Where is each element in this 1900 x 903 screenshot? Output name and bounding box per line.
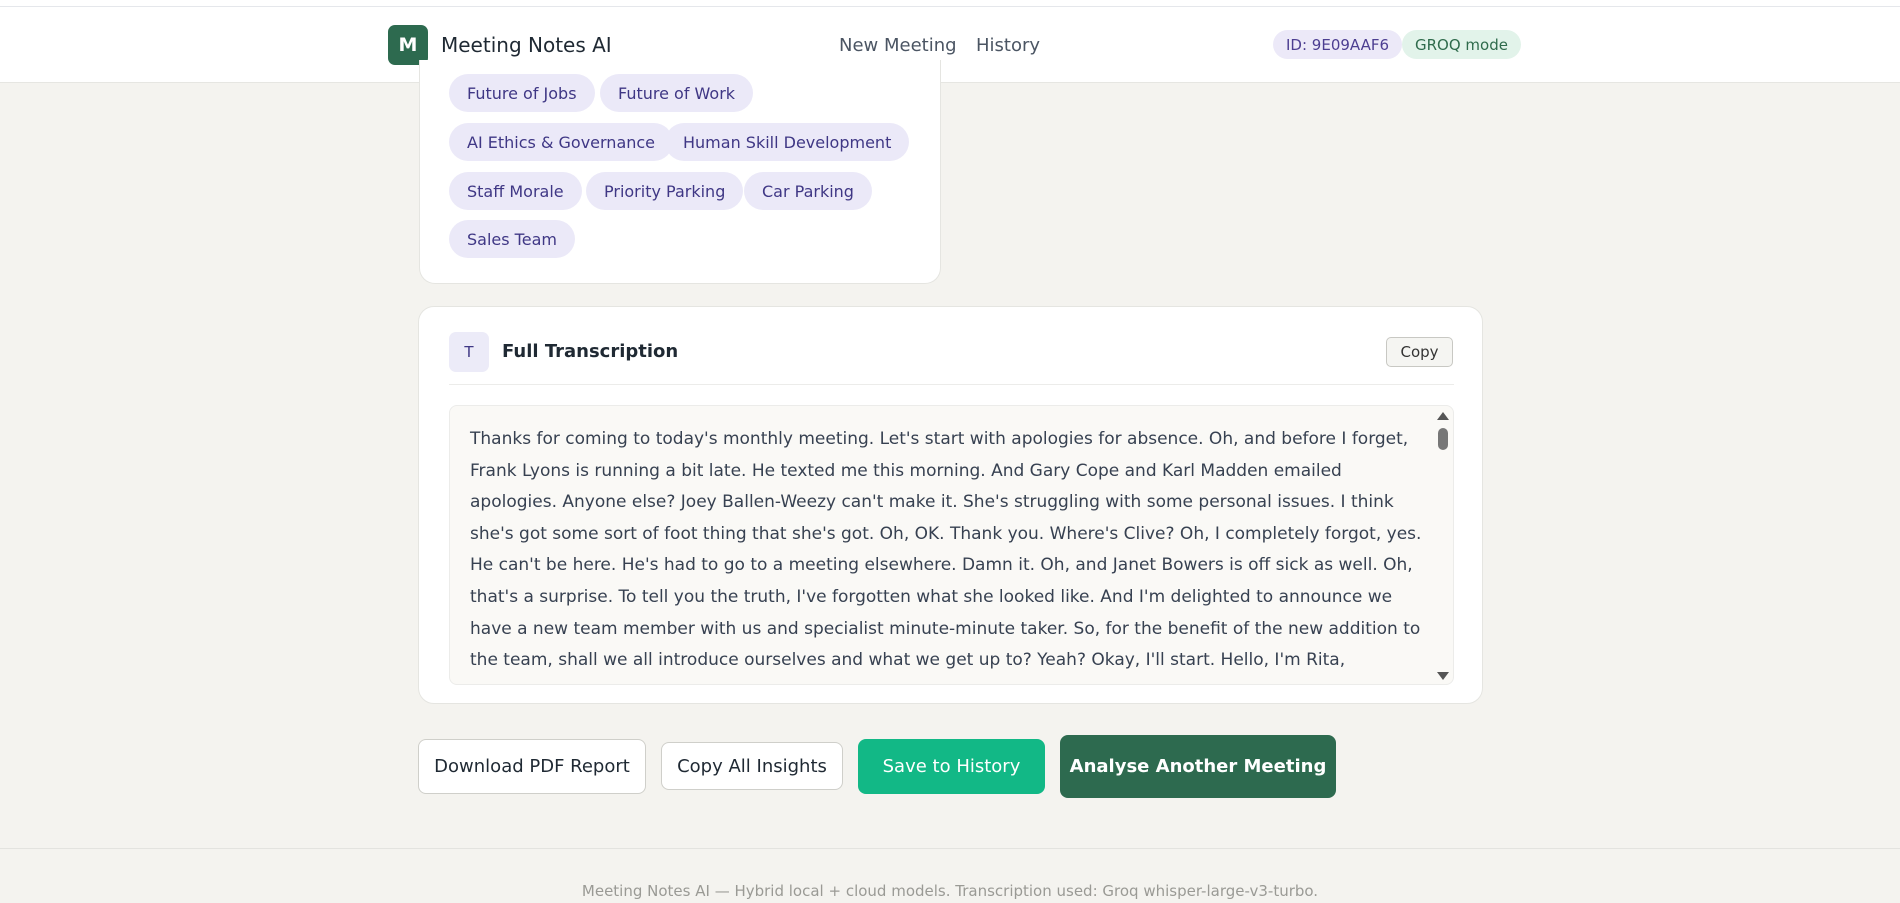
footer-text: Meeting Notes AI — Hybrid local + cloud … [581, 882, 1319, 900]
topic-tag: Sales Team [449, 220, 575, 258]
transcription-scroll-area[interactable]: Thanks for coming to today's monthly mee… [449, 405, 1454, 685]
transcription-text: Thanks for coming to today's monthly mee… [470, 429, 1422, 684]
save-to-history-button[interactable]: Save to History [858, 739, 1045, 794]
analyse-another-meeting-button[interactable]: Analyse Another Meeting [1060, 735, 1336, 798]
scroll-down-arrow-icon[interactable] [1437, 672, 1449, 680]
app-header: M Meeting Notes AI New Meeting History I… [0, 7, 1900, 83]
nav-new-meeting[interactable]: New Meeting [839, 35, 957, 56]
mode-badge: GROQ mode [1402, 30, 1521, 59]
topic-tag: Car Parking [744, 172, 872, 210]
copy-all-insights-button[interactable]: Copy All Insights [661, 742, 843, 790]
footer-divider [0, 848, 1900, 849]
topic-tag: AI Ethics & Governance [449, 123, 674, 161]
transcription-icon: T [449, 332, 489, 372]
transcription-title: Full Transcription [502, 341, 679, 362]
app-title[interactable]: Meeting Notes AI [441, 33, 612, 57]
divider [449, 384, 1454, 385]
topic-tag: Staff Morale [449, 172, 582, 210]
scrollbar[interactable] [1433, 406, 1453, 684]
download-pdf-button[interactable]: Download PDF Report [418, 739, 646, 794]
topic-tag: Priority Parking [586, 172, 744, 210]
copy-transcription-button[interactable]: Copy [1386, 337, 1453, 367]
topic-tag: Future of Work [600, 74, 754, 112]
topic-tag: Human Skill Development [665, 123, 910, 161]
app-logo[interactable]: M [388, 25, 428, 65]
top-border [0, 0, 1900, 7]
topics-card: Future of Jobs Future of Work AI Ethics … [419, 60, 941, 284]
nav-history[interactable]: History [976, 35, 1040, 56]
scroll-thumb[interactable] [1438, 428, 1448, 450]
topic-tag: Future of Jobs [449, 74, 595, 112]
transcription-card: T Full Transcription Copy Thanks for com… [418, 306, 1483, 704]
meeting-id-badge: ID: 9E09AAF6 [1273, 30, 1403, 59]
scroll-up-arrow-icon[interactable] [1437, 412, 1449, 420]
